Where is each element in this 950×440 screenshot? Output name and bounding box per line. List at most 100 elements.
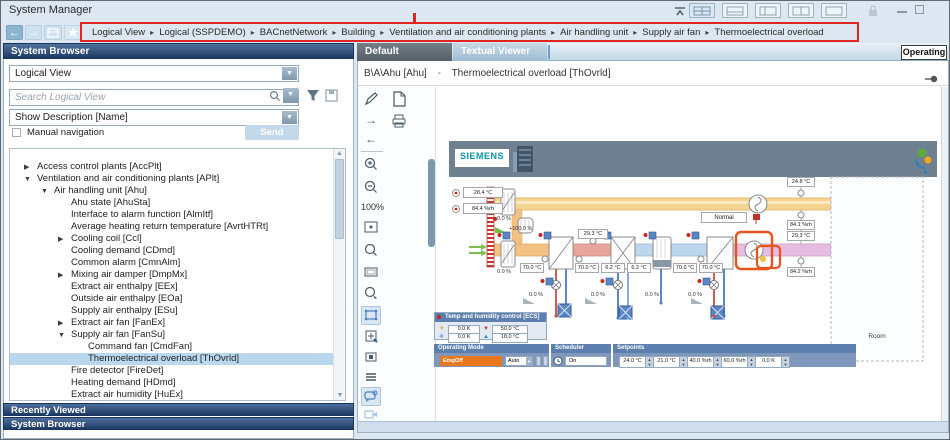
tree-item[interactable]: Supply air enthalpy [ESu] [10, 305, 345, 317]
tree-item[interactable]: ▶Access control plants [AccPlt] [10, 161, 345, 173]
favorites-star-icon[interactable]: ★ [64, 25, 82, 40]
object-path[interactable]: B\A\Ahu [Ahu] [364, 68, 427, 79]
breadcrumb-item[interactable]: Thermoelectrical overload [714, 27, 823, 38]
tree-item[interactable]: Thermoelectrical overload [ThOvrld] [10, 353, 345, 365]
scheduler-value[interactable]: On [565, 356, 607, 366]
tree-item[interactable]: ▼Supply air fan [FanSu] [10, 329, 345, 341]
search-options-chevron-icon[interactable]: ▼ [283, 88, 298, 103]
zoom-selection-icon[interactable] [361, 285, 381, 304]
breadcrumb-separator-icon: ▸ [332, 28, 336, 37]
select-frame-icon[interactable] [361, 306, 381, 325]
breadcrumb-item[interactable]: Supply air fan [642, 27, 700, 38]
tree-item[interactable]: Extract air humidity [HuEx] [10, 389, 345, 401]
breadcrumb-item[interactable]: Logical (SSPDEMO) [159, 27, 246, 38]
layout-grid-button[interactable] [689, 3, 715, 18]
tree-item[interactable]: Common alarm [CmnAlm] [10, 257, 345, 269]
layout-left-button[interactable] [755, 3, 781, 18]
tree-scrollbar[interactable]: ▲ ▼ [333, 149, 345, 400]
save-search-icon[interactable] [325, 89, 338, 107]
print-icon[interactable] [389, 113, 409, 132]
forward-nav-icon[interactable]: → [361, 111, 381, 130]
lock-icon[interactable] [867, 4, 879, 17]
tree-item[interactable]: Heating demand [HDmd] [10, 377, 345, 389]
zoom-in-icon[interactable] [361, 156, 381, 175]
breadcrumb-item[interactable]: Building [341, 27, 375, 38]
valve-icons[interactable] [552, 281, 719, 290]
zoom-out-icon[interactable] [361, 179, 381, 198]
search-icon[interactable] [269, 89, 281, 107]
scroll-up-icon[interactable]: ▲ [334, 149, 345, 158]
magnifier-icon[interactable] [361, 242, 381, 261]
tree-expander-icon[interactable]: ▼ [41, 186, 54, 198]
search-input[interactable] [9, 89, 299, 106]
callout-zoom-icon[interactable] [361, 387, 381, 406]
breadcrumb-item[interactable]: BACnetNetwork [260, 27, 328, 38]
spinner-buttons[interactable]: ▲▼ [781, 356, 790, 368]
layout-single-button[interactable] [821, 3, 847, 18]
pan-move-icon[interactable] [361, 328, 381, 347]
tab-textual-viewer[interactable]: Textual Viewer [453, 43, 547, 61]
zoom-window-icon[interactable] [361, 264, 381, 283]
breadcrumb-item[interactable]: Air handling unit [560, 27, 628, 38]
tree-item[interactable]: Average heating return temperature [Avrt… [10, 221, 345, 233]
filter-icon[interactable] [306, 89, 320, 107]
tree-item[interactable]: Cooling demand [CDmd] [10, 245, 345, 257]
layout-split-button[interactable] [788, 3, 814, 18]
tree-item[interactable]: ▶Mixing air damper [DmpMx] [10, 269, 345, 281]
view-selector-combo[interactable]: Logical View ▼ [9, 65, 299, 82]
tree-item[interactable]: Ahu state [AhuSta] [10, 197, 345, 209]
tree-item[interactable]: ▼Air handling unit [Ahu] [10, 185, 345, 197]
system-browser-bar[interactable]: System Browser [3, 417, 354, 430]
valve-position: 0.0 % [645, 292, 659, 298]
tree-expander-icon[interactable]: ▼ [24, 174, 37, 186]
tab-default[interactable]: Default [357, 43, 452, 61]
layout-bottom-button[interactable] [722, 3, 748, 18]
back-nav-icon[interactable]: ← [361, 130, 381, 149]
pin-icon[interactable] [925, 70, 939, 88]
tree-item[interactable]: ▼Ventilation and air conditioning plants… [10, 173, 345, 185]
tree-item[interactable]: ▶Extract air fan [FanEx] [10, 317, 345, 329]
tree-item[interactable]: Extract air enthalpy [EEx] [10, 281, 345, 293]
resize-frame-icon[interactable] [361, 349, 381, 368]
maximize-button[interactable] [915, 5, 924, 14]
manual-navigation-checkbox[interactable] [12, 128, 21, 137]
breadcrumb-item[interactable]: Ventilation and air conditioning plants [389, 27, 546, 38]
display-mode-combo[interactable]: Show Description [Name] ▼ [9, 109, 299, 126]
fit-to-view-icon[interactable] [361, 219, 381, 238]
history-button[interactable] [44, 25, 62, 40]
breadcrumb-separator-icon: ▸ [633, 28, 637, 37]
edit-pencil-icon[interactable] [361, 91, 381, 110]
chevron-down-icon[interactable]: ▼ [526, 357, 532, 365]
operating-mode-combo[interactable]: Auto ▼ [505, 356, 533, 366]
tree-expander-icon[interactable]: ▼ [58, 330, 71, 342]
coil-temp-value: 6.2 °C [601, 263, 625, 273]
pump-icons[interactable] [558, 304, 724, 319]
apply-button[interactable] [536, 356, 541, 366]
back-button[interactable]: ← [6, 25, 23, 40]
scroll-down-icon[interactable]: ▼ [334, 391, 346, 400]
supply-fan-icon[interactable] [745, 241, 763, 259]
tree-item[interactable]: Fire detector [FireDet] [10, 365, 345, 377]
toolbar-divider [361, 151, 383, 152]
edit-button[interactable] [543, 356, 548, 366]
collapse-panels-icon[interactable] [673, 4, 687, 18]
layers-icon[interactable] [361, 369, 381, 388]
forward-button[interactable]: → [25, 25, 42, 40]
extract-fan-icon[interactable] [749, 195, 767, 224]
splitter-handle[interactable] [428, 159, 435, 247]
send-button[interactable]: Send [245, 125, 299, 140]
breadcrumb-item[interactable]: Logical View [92, 27, 145, 38]
operating-mode-value[interactable]: EmgOff [440, 356, 502, 366]
minimize-button[interactable] [897, 11, 907, 13]
tree-item[interactable]: ▶Cooling coil [Ccl] [10, 233, 345, 245]
new-page-icon[interactable] [389, 90, 409, 109]
chevron-down-icon[interactable]: ▼ [282, 67, 297, 80]
tree-item[interactable]: Outside air enthalpy [EOa] [10, 293, 345, 305]
coil-temp-value: 70.0 °C [520, 263, 544, 273]
scrollbar-thumb[interactable] [335, 159, 344, 239]
chevron-down-icon[interactable]: ▼ [282, 111, 297, 124]
operating-mode-button[interactable]: Operating [901, 45, 947, 60]
tree-item[interactable]: Command fan [CmdFan] [10, 341, 345, 353]
recently-viewed-bar[interactable]: Recently Viewed [3, 403, 354, 416]
tree-item[interactable]: Interface to alarm function [AlmItf] [10, 209, 345, 221]
